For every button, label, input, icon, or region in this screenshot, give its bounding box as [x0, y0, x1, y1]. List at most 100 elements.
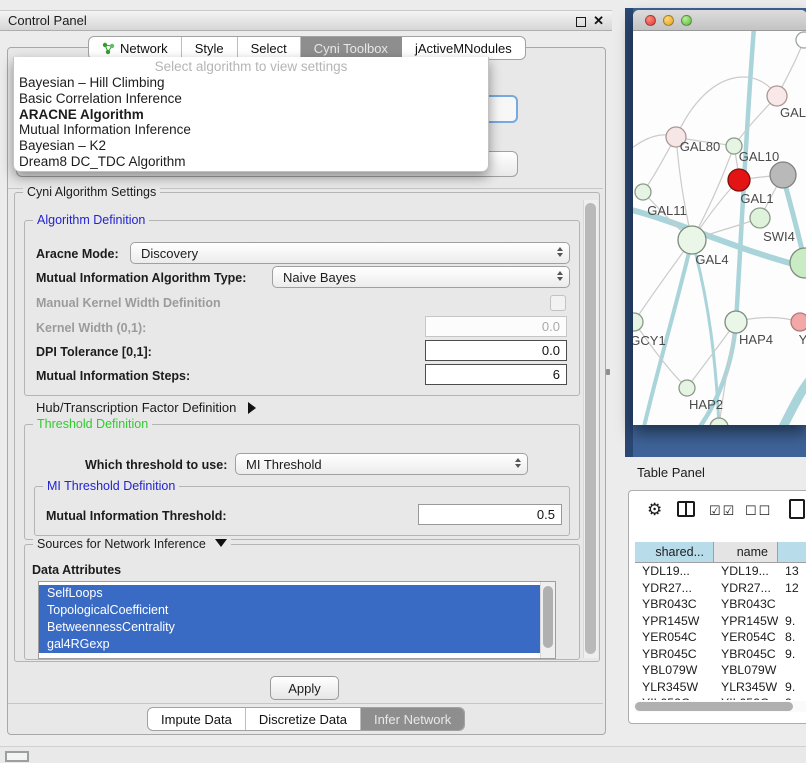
table-cell[interactable]: YER054C [714, 629, 778, 646]
table-hscrollbar[interactable] [635, 702, 793, 711]
node-gal4[interactable] [678, 226, 706, 254]
table-cell[interactable]: YDL19... [714, 563, 778, 580]
table-cell[interactable]: YDR27... [635, 580, 714, 597]
table-cell[interactable]: 13 [778, 563, 806, 580]
tab-network[interactable]: Network [89, 37, 182, 59]
split-columns-icon[interactable] [677, 501, 695, 517]
table-cell[interactable]: YPR145W [714, 613, 778, 630]
node-hap2[interactable] [679, 380, 695, 396]
node-label-hap2: HAP2 [689, 397, 723, 412]
collapse-down-icon[interactable] [215, 539, 227, 547]
close-traffic-light[interactable] [645, 15, 656, 26]
data-attribute-item[interactable]: SelfLoops [39, 585, 548, 602]
table-cell[interactable]: YBL079W [635, 662, 714, 679]
dpi-tolerance-input[interactable] [425, 340, 567, 361]
data-attribute-item[interactable]: gal4RGexp [39, 636, 548, 653]
data-attribute-item[interactable]: BetweennessCentrality [39, 619, 548, 636]
mi-steps-input[interactable] [425, 364, 567, 385]
table-cell[interactable] [778, 662, 806, 679]
table-cell[interactable]: YBR045C [635, 646, 714, 663]
table-cell[interactable]: YDR27... [714, 580, 778, 597]
data-attribute-item[interactable]: TopologicalCoefficient [39, 602, 548, 619]
minimize-traffic-light[interactable] [663, 15, 674, 26]
algorithm-option[interactable]: Basic Correlation Inference [14, 91, 488, 107]
table-cell[interactable]: YBR043C [635, 596, 714, 613]
table-cell[interactable]: 9. [778, 679, 806, 696]
network-edge[interactable] [781, 375, 806, 425]
algorithm-option[interactable]: Mutual Information Inference [14, 122, 488, 138]
data-attributes-list[interactable]: SelfLoopsTopologicalCoefficientBetweenne… [38, 581, 556, 659]
column-header-shared[interactable]: shared... [635, 542, 714, 563]
which-threshold-select[interactable]: MI Threshold [235, 453, 528, 475]
network-edge[interactable] [697, 31, 754, 425]
tab-cyni-toolbox[interactable]: Cyni Toolbox [301, 37, 402, 59]
node-hap4[interactable] [725, 311, 747, 333]
settings-scrollbar[interactable] [585, 203, 596, 654]
node-label-gal1: GAL1 [740, 191, 773, 206]
algorithm-option[interactable]: ARACNE Algorithm [14, 107, 488, 123]
node-gal11[interactable] [635, 184, 651, 200]
aracne-mode-select[interactable]: Discovery [130, 242, 570, 264]
data-attributes-items: SelfLoopsTopologicalCoefficientBetweenne… [39, 582, 555, 653]
tab-style[interactable]: Style [182, 37, 238, 59]
list-scrollbar[interactable] [543, 586, 553, 648]
node-gray[interactable] [770, 162, 796, 188]
mi-threshold-input[interactable] [418, 504, 562, 525]
algorithm-option[interactable]: Dream8 DC_TDC Algorithm [14, 154, 488, 170]
gear-icon[interactable]: ⚙ [647, 500, 664, 520]
column-header-name[interactable]: name [714, 542, 778, 563]
network-icon [102, 42, 115, 55]
table-cell[interactable]: YLR345W [714, 679, 778, 696]
tab-impute-data[interactable]: Impute Data [148, 708, 246, 730]
table-cell[interactable]: YIL052C [635, 695, 714, 700]
network-canvas[interactable]: GALGAL80GAL10GAL1GAL11GAL4SWI4GCY1HAP4YH… [633, 31, 806, 425]
table-cell[interactable]: YBL079W [714, 662, 778, 679]
panel-divider [8, 703, 603, 704]
node-gal1[interactable] [750, 208, 770, 228]
zoom-traffic-light[interactable] [681, 15, 692, 26]
node-swi4[interactable] [790, 248, 806, 278]
checked-checkboxes-icon[interactable]: ☑☑ [709, 503, 736, 519]
minimized-panel-icon[interactable] [5, 751, 29, 762]
node-gal-pink[interactable] [767, 86, 787, 106]
table-cell[interactable]: YIL052C [714, 695, 778, 700]
network-window-titlebar[interactable] [633, 10, 806, 31]
hub-definition-toggle[interactable]: Hub/Transcription Factor Definition [36, 400, 256, 415]
tab-select[interactable]: Select [238, 37, 301, 59]
table-cell[interactable]: 9. [778, 646, 806, 663]
tab-infer-network[interactable]: Infer Network [361, 708, 464, 730]
kernel-width-input[interactable] [425, 316, 567, 337]
document-icon[interactable] [789, 499, 805, 519]
algorithm-option[interactable]: Bayesian – Hill Climbing [14, 75, 488, 91]
table-cell[interactable]: 12 [778, 580, 806, 597]
unchecked-checkboxes-icon[interactable]: ☐☐ [745, 503, 772, 519]
node-gcy1[interactable] [633, 313, 643, 331]
tab-jactivemnodules[interactable]: jActiveMNodules [402, 37, 525, 59]
node-label-y: Y [799, 332, 806, 347]
table-cell[interactable]: 8. [778, 629, 806, 646]
close-icon[interactable]: ✕ [593, 13, 604, 29]
table-cell[interactable]: YPR145W [635, 613, 714, 630]
node-pink-right[interactable] [791, 313, 806, 331]
apply-button[interactable]: Apply [270, 676, 339, 700]
tab-discretize-data[interactable]: Discretize Data [246, 708, 361, 730]
table-cell[interactable]: YBR045C [714, 646, 778, 663]
node-unlabeled-top[interactable] [796, 32, 806, 48]
network-edge[interactable] [676, 77, 777, 137]
manual-kernel-width-checkbox[interactable] [550, 295, 566, 311]
table-cell[interactable]: YDL19... [635, 563, 714, 580]
float-window-icon[interactable] [576, 17, 586, 27]
table-cell[interactable]: YLR345W [635, 679, 714, 696]
mi-threshold-definition-title: MI Threshold Definition [43, 479, 179, 493]
table-cell[interactable]: 9. [778, 613, 806, 630]
algorithm-option[interactable]: Bayesian – K2 [14, 138, 488, 154]
node-red[interactable] [728, 169, 750, 191]
table-cell[interactable]: 9 [778, 695, 806, 700]
table-cell[interactable]: YBR043C [714, 596, 778, 613]
mi-algorithm-type-select[interactable]: Naive Bayes [272, 266, 570, 288]
table-cell[interactable] [778, 596, 806, 613]
column-header-A[interactable]: A [778, 542, 806, 563]
node-bottom[interactable] [710, 418, 728, 425]
panel-resize-handle[interactable] [606, 369, 610, 375]
table-cell[interactable]: YER054C [635, 629, 714, 646]
